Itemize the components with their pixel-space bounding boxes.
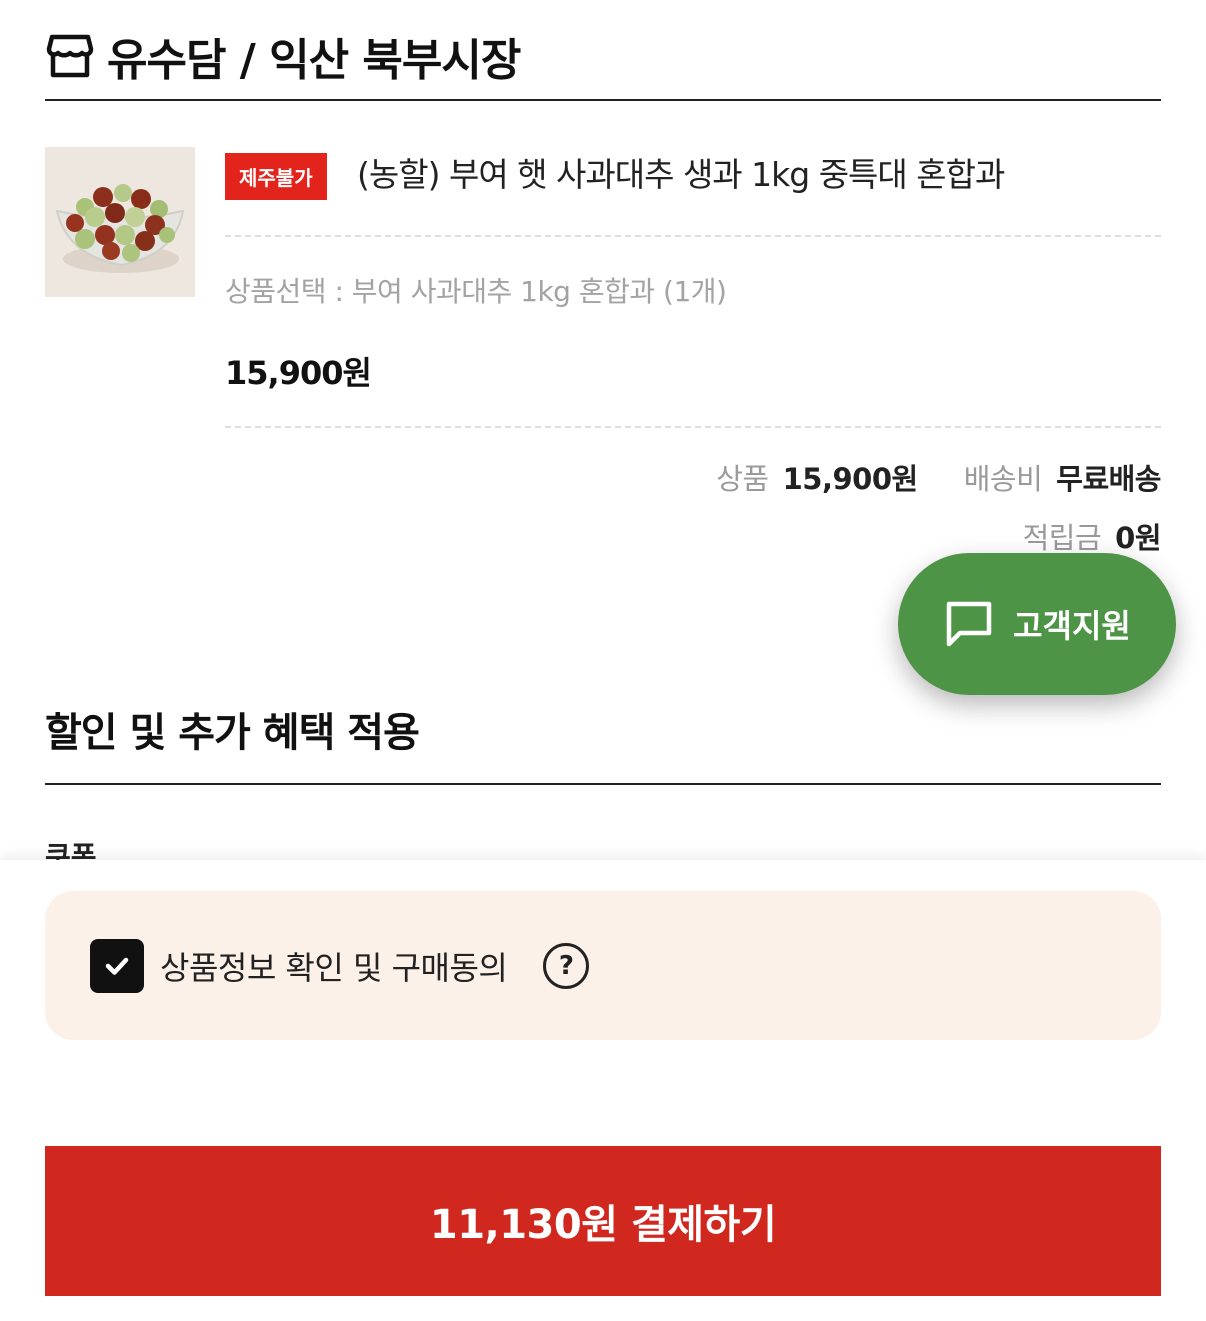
product-price: 15,900원 bbox=[225, 354, 372, 392]
points-value: 0원 bbox=[1115, 521, 1161, 555]
discount-section-title: 할인 및 추가 혜택 적용 bbox=[45, 710, 420, 756]
order-page: 유수담 / 익산 북부시장 제주불가 (농할) 부여 햇 사과대추 생과 1kg… bbox=[0, 0, 1206, 1321]
purchase-agreement-box: 상품정보 확인 및 구매동의 ? bbox=[45, 891, 1161, 1040]
product-option: 상품선택 : 부여 사과대추 1kg 혼합과 (1개) bbox=[225, 275, 727, 308]
chat-bubble-icon bbox=[943, 598, 995, 650]
product-total-value: 15,900원 bbox=[782, 462, 919, 496]
dashed-divider bbox=[225, 235, 1161, 237]
points-summary: 적립금 0원 bbox=[1022, 515, 1162, 557]
store-title[interactable]: 유수담 / 익산 북부시장 bbox=[107, 24, 521, 88]
checkout-panel: 상품정보 확인 및 구매동의 ? 11,130원 결제하기 bbox=[0, 860, 1206, 1321]
dashed-divider bbox=[225, 426, 1161, 428]
question-circle-icon[interactable]: ? bbox=[543, 942, 590, 989]
customer-support-label: 고객지원 bbox=[1013, 607, 1131, 645]
pay-button[interactable]: 11,130원 결제하기 bbox=[45, 1146, 1161, 1296]
section-divider bbox=[45, 783, 1161, 785]
agreement-label[interactable]: 상품정보 확인 및 구매동의 bbox=[160, 943, 508, 989]
storefront-icon bbox=[45, 31, 95, 81]
checkmark-icon bbox=[105, 957, 129, 975]
order-summary: 상품 15,900원 배송비 무료배송 bbox=[716, 456, 1161, 498]
product-name[interactable]: (농할) 부여 햇 사과대추 생과 1kg 중특대 혼합과 bbox=[357, 150, 1005, 200]
agreement-checkbox[interactable] bbox=[90, 938, 144, 993]
store-header: 유수담 / 익산 북부시장 bbox=[45, 12, 1161, 100]
customer-support-button[interactable]: 고객지원 bbox=[898, 553, 1176, 695]
jeju-unavailable-badge: 제주불가 bbox=[225, 153, 327, 200]
points-label: 적립금 bbox=[1022, 521, 1102, 555]
product-total-label: 상품 bbox=[716, 462, 769, 496]
shipping-value: 무료배송 bbox=[1056, 462, 1161, 496]
product-thumbnail[interactable] bbox=[45, 147, 195, 297]
header-divider bbox=[45, 99, 1161, 101]
shipping-label: 배송비 bbox=[963, 462, 1043, 496]
